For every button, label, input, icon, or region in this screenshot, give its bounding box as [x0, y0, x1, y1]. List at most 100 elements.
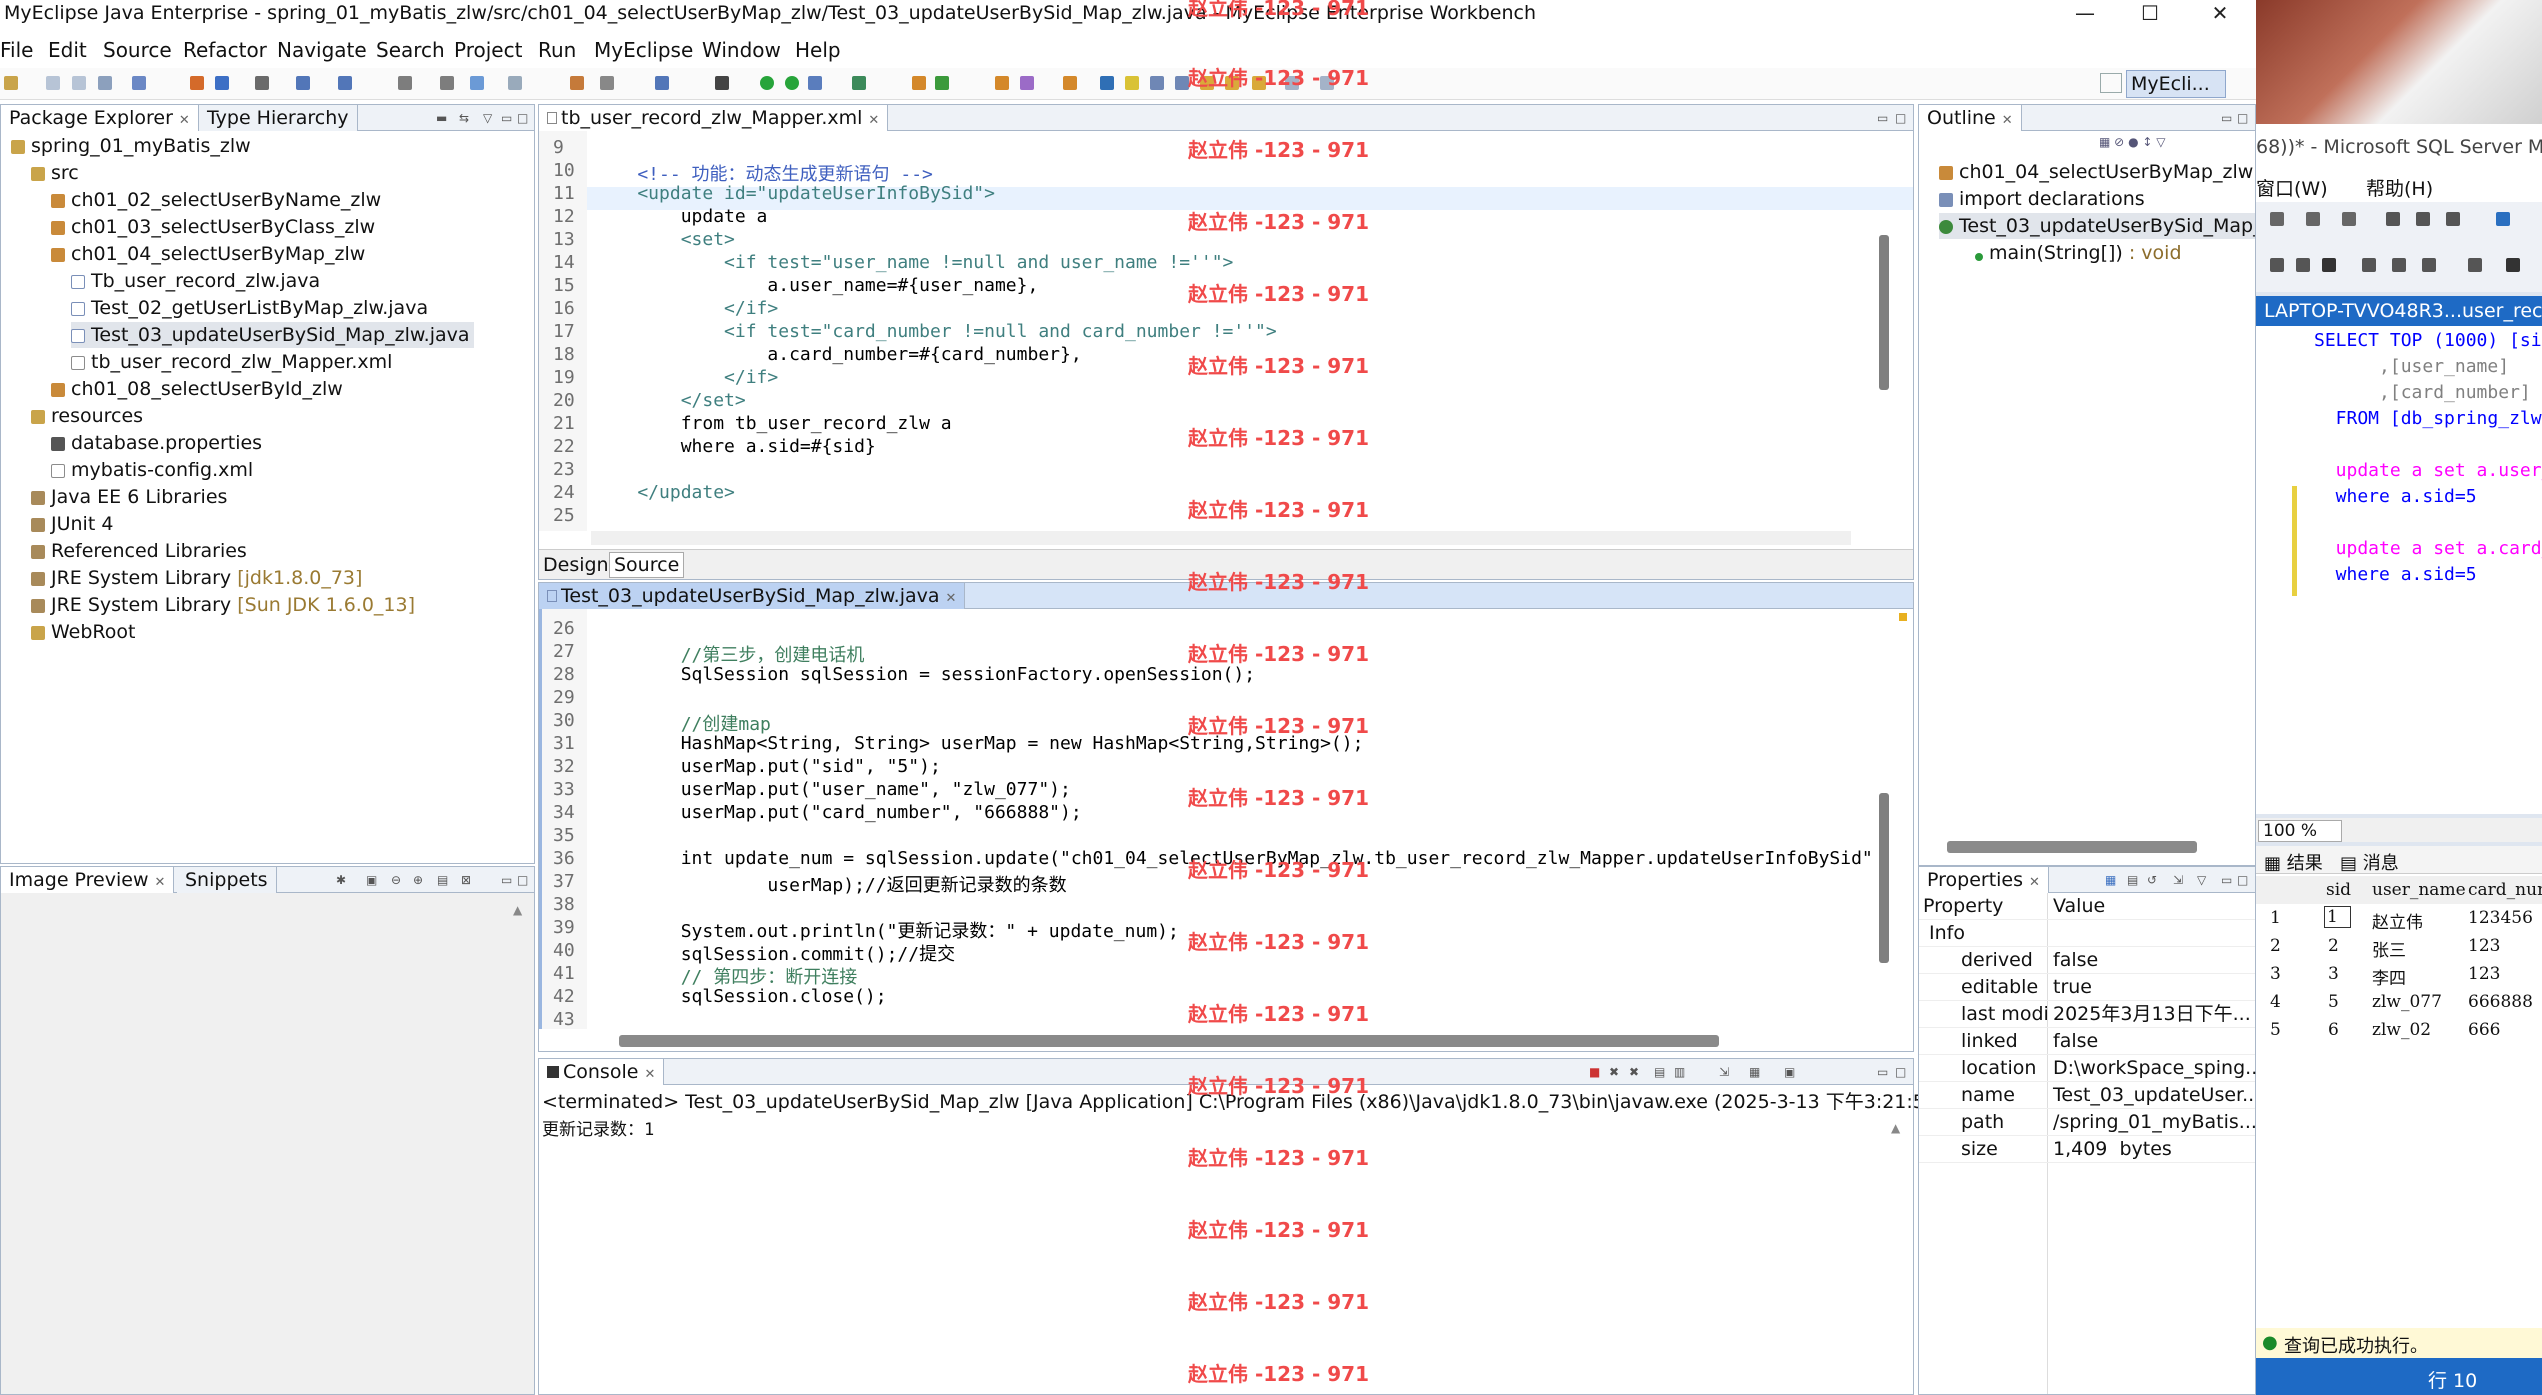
- hide-static-icon[interactable]: ⊘: [2114, 135, 2124, 149]
- tab-package-explorer[interactable]: Package Explorer ✕: [1, 105, 199, 131]
- warning-marker-icon[interactable]: [1899, 613, 1907, 621]
- tab-java-file[interactable]: Test_03_updateUserBySid_Map_zlw.java ✕: [539, 583, 966, 609]
- tree-item[interactable]: Java EE 6 Libraries: [31, 484, 227, 510]
- property-group[interactable]: Info: [1919, 920, 2255, 947]
- close-icon[interactable]: ✕: [946, 591, 957, 606]
- remove-all-icon[interactable]: ✖: [1629, 1065, 1639, 1079]
- remove-launch-icon[interactable]: ✖: [1609, 1065, 1619, 1079]
- outline-item-selected[interactable]: Test_03_updateUserBySid_Map_: [1939, 213, 2255, 239]
- minimize-button[interactable]: —: [2050, 0, 2120, 28]
- property-row[interactable]: linked false: [1919, 1028, 2255, 1055]
- close-icon[interactable]: ✕: [2029, 875, 2040, 890]
- run-tools-icon[interactable]: [808, 76, 822, 90]
- tab-outline[interactable]: Outline ✕: [1919, 105, 2022, 131]
- uncomment-icon[interactable]: [2392, 258, 2406, 272]
- minimize-view-icon[interactable]: ▭: [2221, 873, 2232, 887]
- tab-snippets[interactable]: Snippets: [177, 867, 277, 893]
- menu-run[interactable]: Run: [538, 38, 576, 62]
- menu-window[interactable]: Window: [702, 38, 781, 62]
- deploy-icon[interactable]: [296, 76, 310, 90]
- copy-icon[interactable]: [2416, 212, 2430, 226]
- pin-icon[interactable]: ⇲: [2173, 873, 2183, 887]
- specify-values-icon[interactable]: [2506, 258, 2520, 272]
- clear-console-icon[interactable]: ▤: [1654, 1065, 1665, 1079]
- terminate-icon[interactable]: ■: [1589, 1065, 1600, 1079]
- sort-icon[interactable]: ↕: [2142, 135, 2152, 149]
- save-all-icon[interactable]: [72, 76, 86, 90]
- tab-image-preview[interactable]: Image Preview ✕: [1, 867, 175, 893]
- sql-query-editor[interactable]: SELECT TOP (1000) [sid] ,[user_name] ,[c…: [2256, 326, 2542, 814]
- tree-item[interactable]: WebRoot: [31, 619, 135, 645]
- tab-type-hierarchy[interactable]: Type Hierarchy: [199, 105, 358, 131]
- column-header[interactable]: sid: [2326, 880, 2351, 900]
- grid-cell[interactable]: zlw_02: [2372, 1020, 2431, 1040]
- property-row[interactable]: size 1,409 bytes: [1919, 1136, 2255, 1163]
- perspective-myeclipse[interactable]: MyEcli...: [2126, 70, 2226, 98]
- open-task-icon[interactable]: [995, 76, 1009, 90]
- grid-row[interactable]: 3 3 李四 123: [2256, 960, 2542, 989]
- open-type-icon[interactable]: [190, 76, 204, 90]
- tree-item[interactable]: Tb_user_record_zlw.java: [71, 268, 320, 294]
- paste-icon[interactable]: [2446, 212, 2460, 226]
- new-java-project-icon[interactable]: [912, 76, 926, 90]
- tree-item[interactable]: Test_02_getUserListByMap_zlw.java: [71, 295, 428, 321]
- property-row[interactable]: editable true: [1919, 974, 2255, 1001]
- grid-cell[interactable]: 6: [2328, 1020, 2339, 1040]
- menu-refactor[interactable]: Refactor: [183, 38, 267, 62]
- tree-item[interactable]: src: [31, 160, 79, 186]
- minimize-view-icon[interactable]: ▭: [2221, 111, 2232, 125]
- highlight-icon[interactable]: [1125, 76, 1139, 90]
- link-editor-icon[interactable]: ⇆: [459, 111, 469, 125]
- outdent-icon[interactable]: [2468, 258, 2482, 272]
- tree-item[interactable]: resources: [31, 403, 143, 429]
- menu-search[interactable]: Search: [376, 38, 445, 62]
- tab-console[interactable]: Console ✕: [539, 1059, 665, 1085]
- grid-cell-selected[interactable]: 1: [2324, 906, 2351, 928]
- display-console-icon[interactable]: ▦: [1749, 1065, 1760, 1079]
- dax-query-icon[interactable]: [2342, 212, 2356, 226]
- maximize-view-icon[interactable]: □: [1895, 111, 1906, 125]
- menu-myeclipse[interactable]: MyEclipse: [594, 38, 693, 62]
- property-row[interactable]: path/spring_01_myBatis...: [1919, 1109, 2257, 1136]
- tab-mapper-xml[interactable]: tb_user_record_zlw_Mapper.xml ✕: [539, 105, 889, 131]
- grid-row[interactable]: 2 2 张三 123: [2256, 932, 2542, 961]
- vertical-scrollbar[interactable]: [1879, 793, 1889, 963]
- hide-nonpublic-icon[interactable]: ●: [2128, 135, 2138, 149]
- new-icon[interactable]: [4, 76, 18, 90]
- maximize-button[interactable]: ☐: [2115, 0, 2185, 28]
- grid-row[interactable]: 5 6 zlw_02 666: [2256, 1016, 2542, 1044]
- tree-item[interactable]: mybatis-config.xml: [51, 457, 253, 483]
- menu-edit[interactable]: Edit: [48, 38, 87, 62]
- tree-item[interactable]: ch01_03_selectUserByClass_zlw: [51, 214, 375, 240]
- menu-navigate[interactable]: Navigate: [277, 38, 367, 62]
- maximize-view-icon[interactable]: □: [2237, 873, 2248, 887]
- package-icon[interactable]: [570, 76, 584, 90]
- column-header[interactable]: card_num: [2468, 880, 2542, 900]
- xmla-query-icon[interactable]: [2306, 212, 2320, 226]
- pin-icon[interactable]: ✱: [336, 873, 346, 887]
- menu-help[interactable]: Help: [795, 38, 841, 62]
- maximize-view-icon[interactable]: □: [517, 873, 528, 887]
- grid-cell[interactable]: 5: [2328, 992, 2339, 1012]
- advanced-icon[interactable]: ▤: [2127, 873, 2138, 887]
- property-row[interactable]: derived false: [1919, 947, 2255, 974]
- dmx-query-icon[interactable]: [2270, 212, 2284, 226]
- horizontal-scrollbar[interactable]: [1947, 841, 2197, 853]
- tree-item[interactable]: Referenced Libraries: [31, 538, 247, 564]
- minimize-view-icon[interactable]: ▭: [501, 873, 512, 887]
- zoom-out-icon[interactable]: ⊖: [391, 873, 401, 887]
- tree-item-selected[interactable]: Test_03_updateUserBySid_Map_zlw.java: [71, 322, 474, 348]
- hide-fields-icon[interactable]: ▦: [2099, 135, 2110, 149]
- grid-cell[interactable]: 123456: [2468, 908, 2533, 928]
- property-row[interactable]: location D:\workSpace_sping...: [1919, 1055, 2263, 1082]
- profile-icon[interactable]: [440, 76, 454, 90]
- grid-cell[interactable]: 张三: [2372, 936, 2406, 961]
- coverage-icon[interactable]: [852, 76, 866, 90]
- outline-item[interactable]: ch01_04_selectUserByMap_zlw: [1939, 159, 2253, 185]
- close-icon[interactable]: ✕: [868, 113, 879, 128]
- comment-icon[interactable]: [2362, 258, 2376, 272]
- pin-console-icon[interactable]: ⇲: [1719, 1065, 1729, 1079]
- tab-source[interactable]: Source: [609, 552, 685, 578]
- tree-item[interactable]: ch01_08_selectUserById_zlw: [51, 376, 343, 402]
- close-button[interactable]: ✕: [2185, 0, 2255, 28]
